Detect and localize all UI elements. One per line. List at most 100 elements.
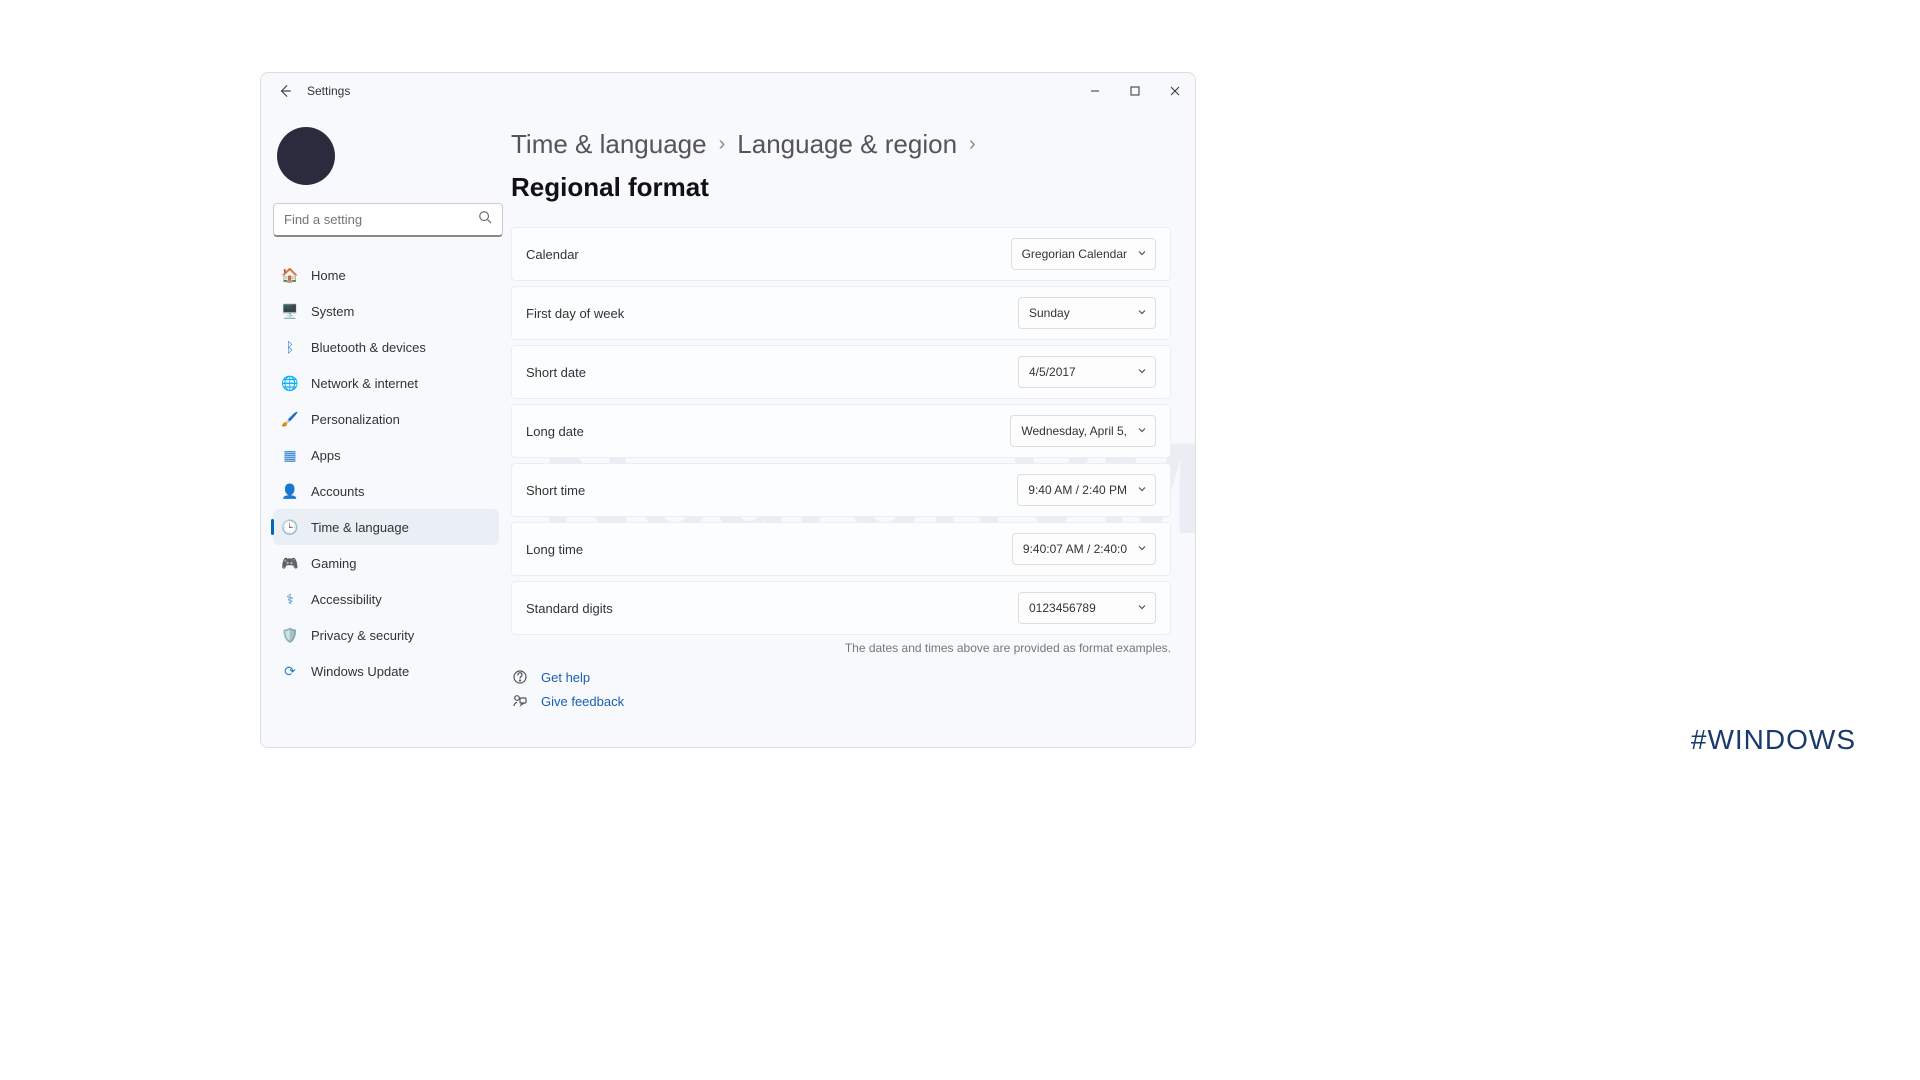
sidebar-item-accounts[interactable]: 👤 Accounts	[273, 473, 499, 509]
setting-row-long-time: Long time 9:40:07 AM / 2:40:0	[511, 522, 1171, 576]
search-icon	[478, 210, 492, 229]
setting-row-first-day-of-week: First day of week Sunday	[511, 286, 1171, 340]
nav-icon: ᛒ	[281, 338, 299, 356]
back-button[interactable]	[271, 77, 299, 105]
nav-icon: ▦	[281, 446, 299, 464]
chevron-down-icon	[1137, 247, 1147, 261]
chevron-right-icon: ›	[719, 133, 726, 156]
sidebar-item-label: Home	[311, 268, 346, 283]
nav-list: 🏠Home 🖥️ System ᛒ Bluetooth & devices 🌐 Networ…	[273, 257, 499, 689]
nav-icon: ⟳	[281, 662, 299, 680]
help-links: Get help Give feedback	[511, 669, 1171, 709]
main-panel: Time & language › Language & region › Re…	[511, 109, 1195, 747]
setting-label: Long time	[526, 542, 583, 557]
sidebar-item-accessibility[interactable]: ⚕ Accessibility	[273, 581, 499, 617]
dropdown-first-day-of-week[interactable]: Sunday	[1018, 297, 1156, 329]
sidebar-item-label: Apps	[311, 448, 341, 463]
dropdown-standard-digits[interactable]: 0123456789	[1018, 592, 1156, 624]
sidebar-item-label: Windows Update	[311, 664, 409, 679]
settings-window: NeuronVM Settings	[260, 72, 1196, 748]
sidebar-item-gaming[interactable]: 🎮Gaming	[273, 545, 499, 581]
dropdown-short-time[interactable]: 9:40 AM / 2:40 PM	[1017, 474, 1156, 506]
format-examples-note: The dates and times above are provided a…	[511, 641, 1171, 655]
user-avatar[interactable]	[277, 127, 335, 185]
dropdown-long-date[interactable]: Wednesday, April 5,	[1010, 415, 1156, 447]
sidebar-item-label: Accounts	[311, 484, 364, 499]
dropdown-value: 9:40:07 AM / 2:40:0	[1023, 542, 1127, 556]
sidebar-item-label: Privacy & security	[311, 628, 414, 643]
sidebar-item-windows-update[interactable]: ⟳ Windows Update	[273, 653, 499, 689]
get-help-link[interactable]: Get help	[511, 669, 1171, 685]
hashtag-windows: #WINDOWS	[1691, 724, 1856, 756]
nav-icon: 🖌️	[281, 410, 299, 428]
nav-icon: 🕒	[281, 518, 299, 536]
sidebar-item-label: Bluetooth & devices	[311, 340, 426, 355]
window-controls	[1075, 73, 1195, 109]
setting-row-calendar: Calendar Gregorian Calendar	[511, 227, 1171, 281]
sidebar-item-home[interactable]: 🏠Home	[273, 257, 499, 293]
dropdown-value: 4/5/2017	[1029, 365, 1076, 379]
window-content: 🏠Home 🖥️ System ᛒ Bluetooth & devices 🌐 Networ…	[261, 109, 1195, 747]
setting-label: Long date	[526, 424, 584, 439]
chevron-down-icon	[1137, 306, 1147, 320]
sidebar-item-privacy-security[interactable]: 🛡️ Privacy & security	[273, 617, 499, 653]
minimize-button[interactable]	[1075, 73, 1115, 109]
close-button[interactable]	[1155, 73, 1195, 109]
dropdown-value: Sunday	[1029, 306, 1070, 320]
give-feedback-link[interactable]: Give feedback	[511, 693, 1171, 709]
sidebar-item-time-language[interactable]: 🕒 Time & language	[273, 509, 499, 545]
sidebar: 🏠Home 🖥️ System ᛒ Bluetooth & devices 🌐 Networ…	[261, 109, 511, 747]
breadcrumb-time-language[interactable]: Time & language	[511, 129, 707, 160]
setting-row-short-date: Short date 4/5/2017	[511, 345, 1171, 399]
nav-icon: 👤	[281, 482, 299, 500]
chevron-right-icon: ›	[969, 133, 976, 156]
chevron-down-icon	[1137, 365, 1147, 379]
breadcrumb-regional-format: Regional format	[511, 172, 709, 203]
dropdown-long-time[interactable]: 9:40:07 AM / 2:40:0	[1012, 533, 1156, 565]
nav-icon: ⚕	[281, 590, 299, 608]
nav-icon: 🎮	[281, 554, 299, 572]
sidebar-item-personalization[interactable]: 🖌️ Personalization	[273, 401, 499, 437]
app-title: Settings	[307, 84, 350, 98]
setting-label: Short date	[526, 365, 586, 380]
sidebar-item-apps[interactable]: ▦ Apps	[273, 437, 499, 473]
search-box[interactable]	[273, 203, 503, 237]
dropdown-value: Gregorian Calendar	[1022, 247, 1127, 261]
nav-icon: 🌐	[281, 374, 299, 392]
dropdown-value: Wednesday, April 5,	[1021, 424, 1127, 438]
chevron-down-icon	[1137, 424, 1147, 438]
setting-label: Short time	[526, 483, 585, 498]
titlebar: Settings	[261, 73, 1195, 109]
setting-label: First day of week	[526, 306, 624, 321]
chevron-down-icon	[1137, 542, 1147, 556]
sidebar-item-bluetooth-devices[interactable]: ᛒ Bluetooth & devices	[273, 329, 499, 365]
sidebar-item-network-internet[interactable]: 🌐 Network & internet	[273, 365, 499, 401]
nav-icon: 🛡️	[281, 626, 299, 644]
setting-row-standard-digits: Standard digits 0123456789	[511, 581, 1171, 635]
settings-rows: Calendar Gregorian Calendar First day of w…	[511, 227, 1171, 635]
help-icon	[511, 669, 529, 685]
search-input[interactable]	[284, 212, 478, 227]
sidebar-item-system[interactable]: 🖥️ System	[273, 293, 499, 329]
dropdown-calendar[interactable]: Gregorian Calendar	[1011, 238, 1156, 270]
sidebar-item-label: Time & language	[311, 520, 409, 535]
give-feedback-label: Give feedback	[541, 694, 624, 709]
breadcrumb: Time & language › Language & region › Re…	[511, 129, 1171, 203]
setting-label: Standard digits	[526, 601, 613, 616]
sidebar-item-label: Accessibility	[311, 592, 382, 607]
setting-row-short-time: Short time 9:40 AM / 2:40 PM	[511, 463, 1171, 517]
sidebar-item-label: System	[311, 304, 354, 319]
setting-row-long-date: Long date Wednesday, April 5,	[511, 404, 1171, 458]
breadcrumb-language-region[interactable]: Language & region	[737, 129, 957, 160]
get-help-label: Get help	[541, 670, 590, 685]
dropdown-short-date[interactable]: 4/5/2017	[1018, 356, 1156, 388]
maximize-button[interactable]	[1115, 73, 1155, 109]
chevron-down-icon	[1137, 601, 1147, 615]
dropdown-value: 9:40 AM / 2:40 PM	[1028, 483, 1127, 497]
sidebar-item-label: Network & internet	[311, 376, 418, 391]
nav-icon: 🖥️	[281, 302, 299, 320]
sidebar-item-label: Personalization	[311, 412, 400, 427]
chevron-down-icon	[1137, 483, 1147, 497]
setting-label: Calendar	[526, 247, 579, 262]
dropdown-value: 0123456789	[1029, 601, 1096, 615]
